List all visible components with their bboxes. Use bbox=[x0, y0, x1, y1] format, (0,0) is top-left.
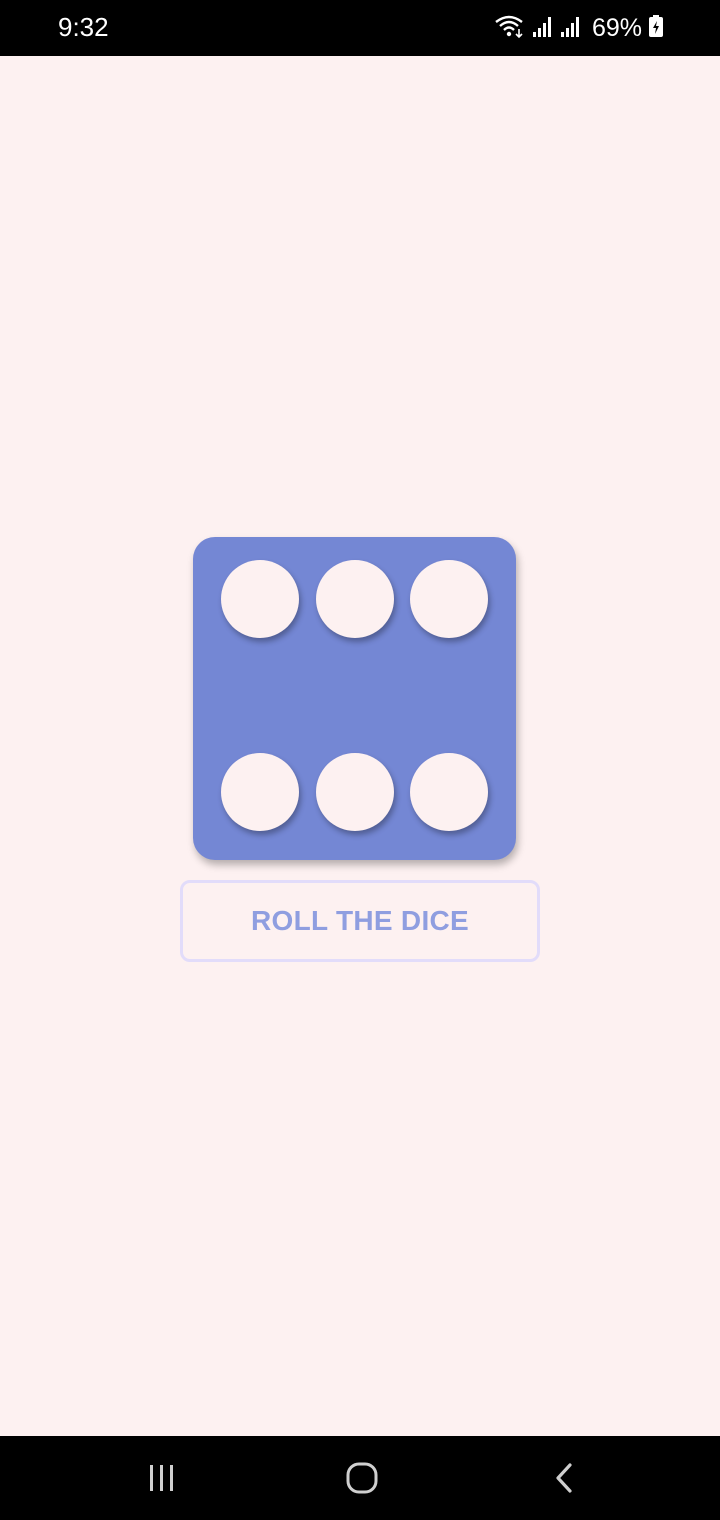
recent-apps-icon[interactable] bbox=[137, 1458, 187, 1498]
home-icon[interactable] bbox=[337, 1458, 387, 1498]
dice-pip bbox=[221, 753, 299, 831]
battery-percent: 69% bbox=[591, 13, 642, 42]
signal-icon bbox=[532, 14, 554, 43]
roll-dice-button[interactable]: ROLL THE DICE bbox=[180, 880, 540, 962]
status-bar: 9:32 69% bbox=[0, 0, 720, 56]
wifi-icon bbox=[494, 13, 526, 44]
dice-pip bbox=[316, 753, 394, 831]
status-time: 9:32 bbox=[58, 12, 109, 42]
battery-charging-icon bbox=[648, 14, 664, 43]
dice-pip bbox=[410, 753, 488, 831]
dice-pip bbox=[316, 560, 394, 638]
status-icons: 69% bbox=[494, 14, 664, 42]
dice-pip bbox=[221, 560, 299, 638]
dice-face[interactable] bbox=[193, 537, 516, 860]
back-icon[interactable] bbox=[540, 1458, 590, 1498]
dice-pip bbox=[410, 560, 488, 638]
navigation-bar bbox=[0, 1436, 720, 1520]
main-content: ROLL THE DICE bbox=[0, 56, 720, 1436]
signal-icon bbox=[560, 14, 582, 43]
